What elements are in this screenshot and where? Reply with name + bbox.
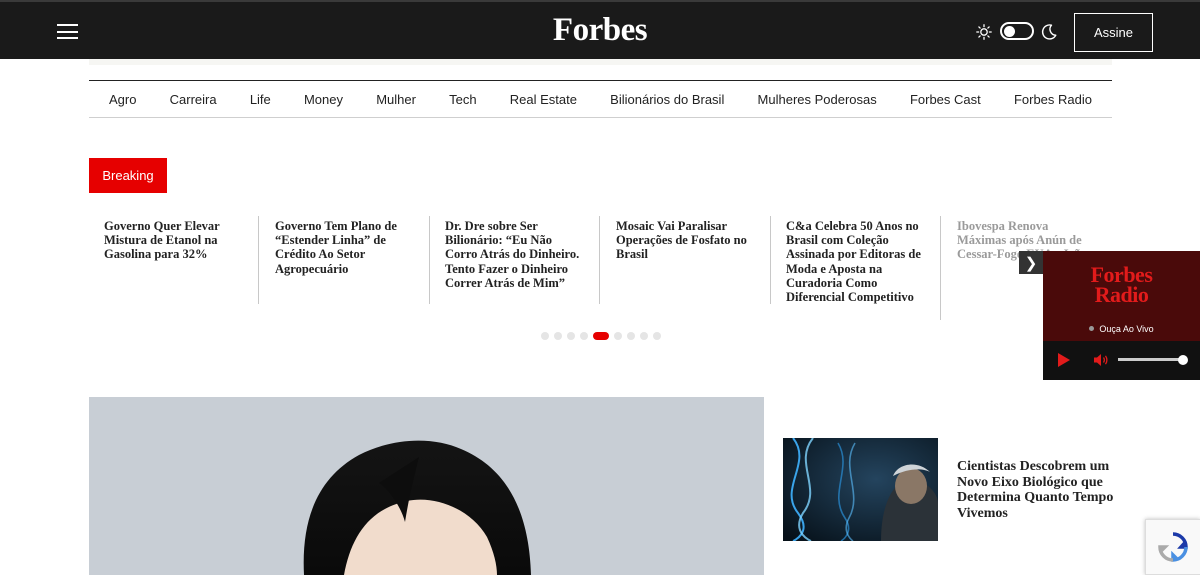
play-icon[interactable] <box>1057 352 1071 368</box>
carousel-next-button[interactable]: ❯ <box>1019 251 1043 274</box>
nav-item-life[interactable]: Life <box>250 92 271 107</box>
nav-item-carreira[interactable]: Carreira <box>170 92 217 107</box>
chevron-right-icon: ❯ <box>1024 254 1038 272</box>
carousel-dot[interactable] <box>541 332 549 340</box>
carousel-dot[interactable] <box>640 332 648 340</box>
volume-slider[interactable] <box>1118 354 1188 365</box>
nav-item-bilionarios[interactable]: Bilionários do Brasil <box>610 92 724 107</box>
breaking-headline[interactable]: Governo Quer Elevar Mistura de Etanol na… <box>89 216 259 304</box>
breaking-headline[interactable]: Governo Tem Plano de “Estender Linha” de… <box>260 216 430 304</box>
theme-toggle[interactable] <box>976 21 1058 43</box>
menu-icon[interactable] <box>57 24 78 39</box>
main-nav: Agro Carreira Life Money Mulher Tech Rea… <box>89 80 1112 118</box>
sun-icon <box>976 24 992 40</box>
breaking-headline[interactable]: Mosaic Vai Paralisar Operações de Fosfat… <box>601 216 771 304</box>
breaking-headline[interactable]: Dr. Dre sobre Ser Bilionário: “Eu Não Co… <box>430 216 600 304</box>
carousel-dot[interactable] <box>593 332 609 340</box>
nav-item-mulheres-poderosas[interactable]: Mulheres Poderosas <box>758 92 877 107</box>
volume-thumb[interactable] <box>1177 354 1188 365</box>
nav-item-forbes-cast[interactable]: Forbes Cast <box>910 92 981 107</box>
carousel-dots <box>541 332 661 340</box>
carousel-dot[interactable] <box>653 332 661 340</box>
carousel-dot[interactable] <box>580 332 588 340</box>
theme-switch[interactable] <box>1000 22 1034 40</box>
nav-item-mulher[interactable]: Mulher <box>376 92 416 107</box>
side-article-title[interactable]: Cientistas Descobrem um Novo Eixo Biológ… <box>957 459 1127 521</box>
radio-banner: Forbes Radio Ouça Ao Vivo <box>1043 251 1200 341</box>
breaking-headline[interactable]: C&a Celebra 50 Anos no Brasil com Coleçã… <box>771 216 941 320</box>
ad-banner-strip <box>89 59 1112 65</box>
nav-item-tech[interactable]: Tech <box>449 92 476 107</box>
site-header: Forbes Assine <box>0 0 1200 59</box>
volume-icon[interactable] <box>1093 353 1109 367</box>
featured-hero-image[interactable] <box>89 397 764 575</box>
radio-logo[interactable]: Forbes Radio <box>1043 264 1200 306</box>
dna-image <box>783 438 938 541</box>
forbes-radio-player: Forbes Radio Ouça Ao Vivo <box>1043 251 1200 380</box>
carousel-dot[interactable] <box>554 332 562 340</box>
volume-fill <box>1118 358 1183 361</box>
live-dot-icon <box>1089 326 1095 331</box>
nav-item-real-estate[interactable]: Real Estate <box>510 92 577 107</box>
recaptcha-icon <box>1158 532 1188 562</box>
carousel-dot[interactable] <box>614 332 622 340</box>
nav-item-agro[interactable]: Agro <box>109 92 136 107</box>
carousel-dot[interactable] <box>567 332 575 340</box>
breaking-news-carousel: Governo Quer Elevar Mistura de Etanol na… <box>89 216 1112 326</box>
hero-photo <box>89 397 764 575</box>
forbes-logo[interactable]: Forbes <box>553 12 648 48</box>
switch-knob <box>1004 26 1015 37</box>
nav-item-forbes-radio[interactable]: Forbes Radio <box>1014 92 1092 107</box>
subscribe-button[interactable]: Assine <box>1074 13 1153 52</box>
breaking-badge: Breaking <box>89 158 167 193</box>
side-article-thumbnail[interactable] <box>783 438 938 541</box>
carousel-dot[interactable] <box>627 332 635 340</box>
moon-icon <box>1041 24 1057 40</box>
recaptcha-badge[interactable] <box>1145 519 1200 575</box>
live-indicator: Ouça Ao Vivo <box>1043 324 1200 334</box>
nav-item-money[interactable]: Money <box>304 92 343 107</box>
